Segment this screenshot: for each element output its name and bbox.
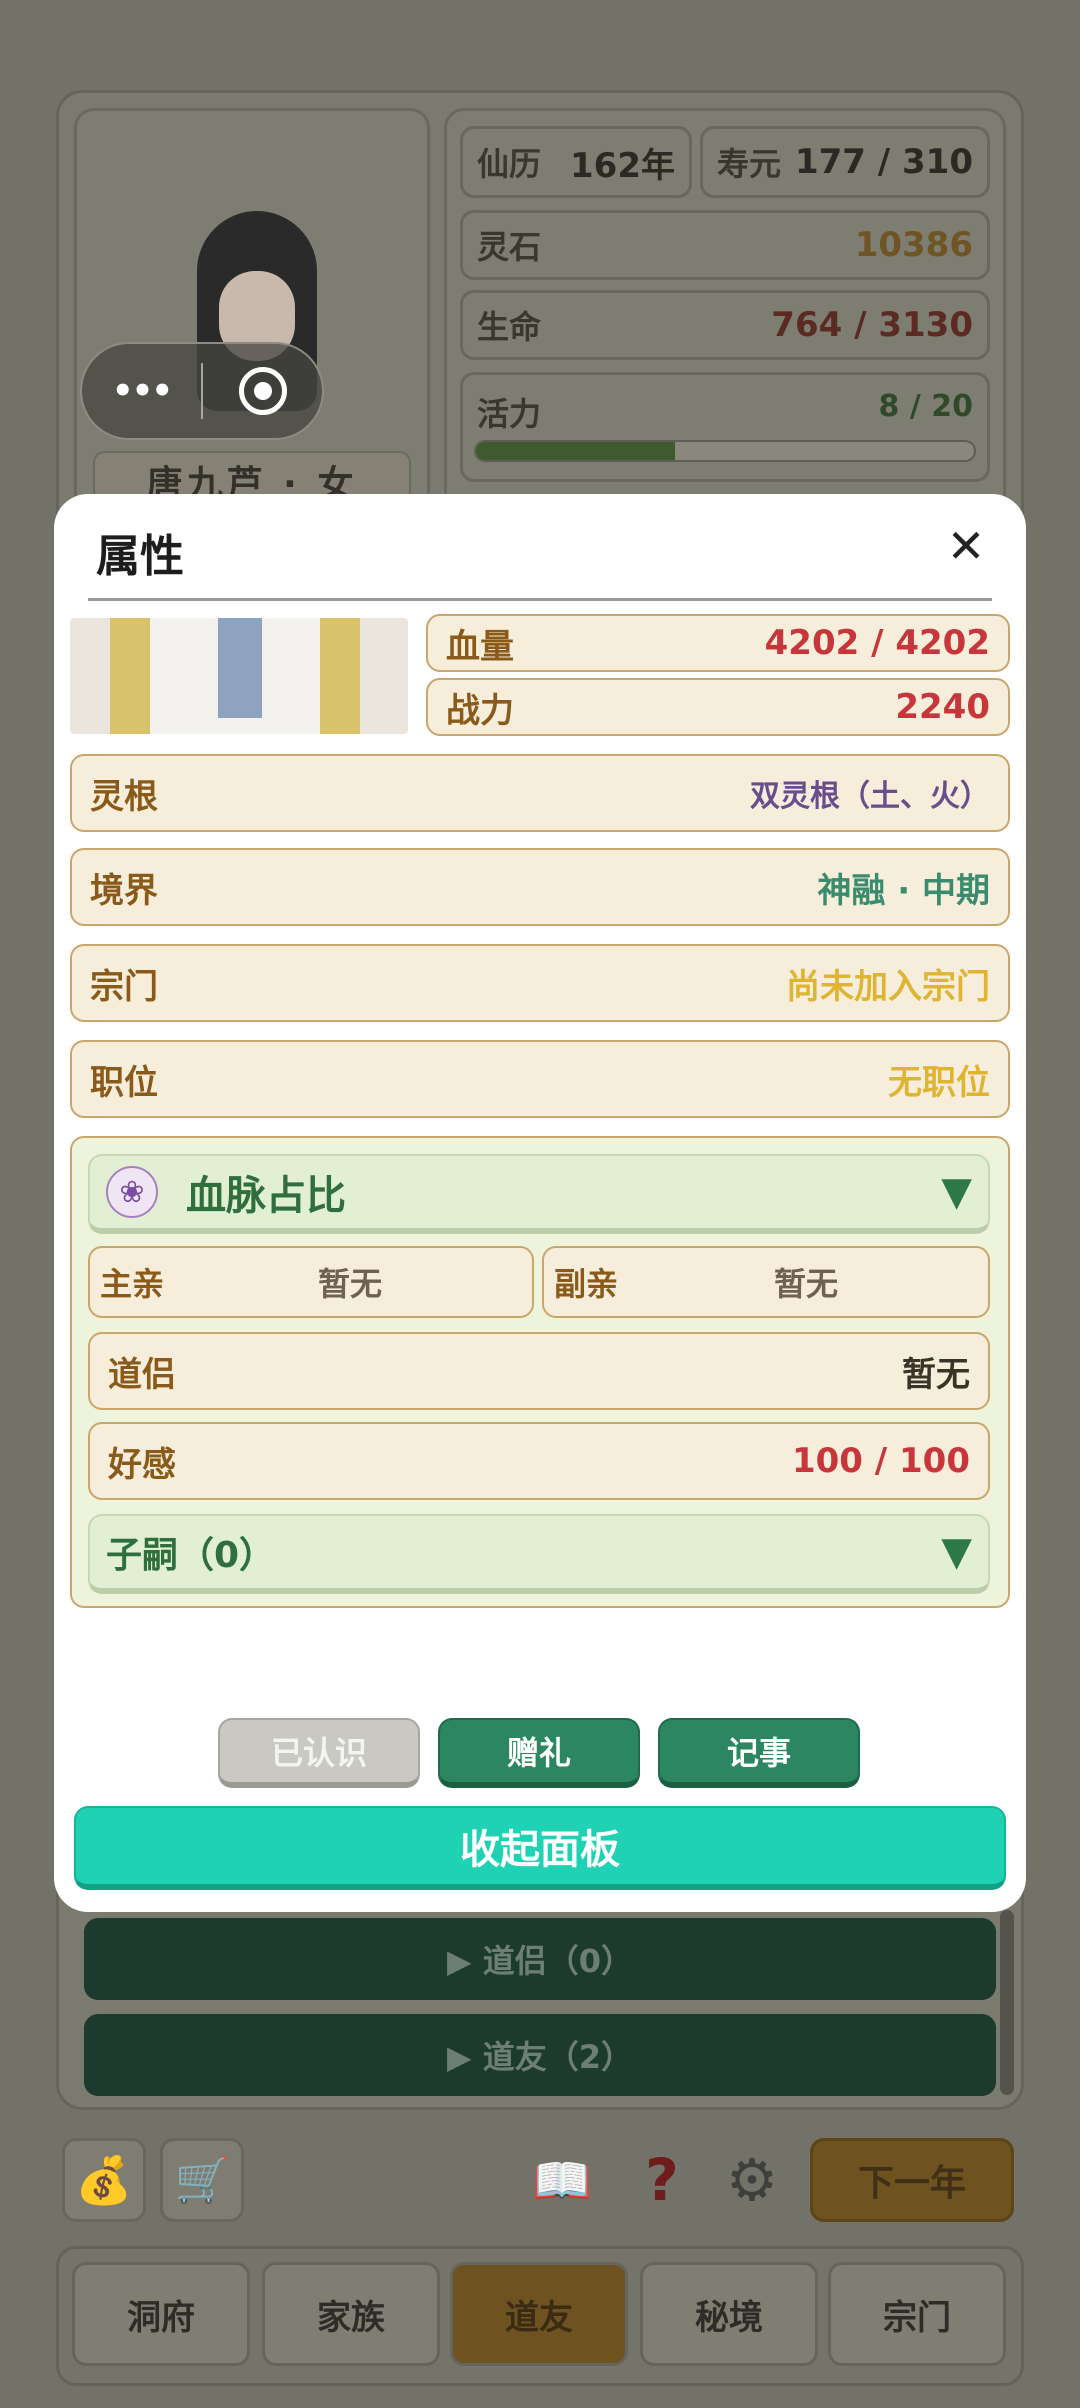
sub-parent-row: 副亲 暂无 (542, 1246, 990, 1318)
calendar-label: 仙历 (477, 145, 542, 183)
chevron-down-icon: ▼ (941, 1529, 972, 1575)
tab-family[interactable]: 家族 (262, 2262, 440, 2366)
vigor-stat: 活力 8 / 20 (460, 372, 990, 482)
spirit-stone-value: 10386 (854, 225, 973, 265)
lotus-icon: ❀ (106, 1166, 158, 1218)
calendar-value: 162年 (570, 145, 675, 186)
book-icon: 📖 (532, 2152, 592, 2209)
spirit-stone-stat: 灵石 10386 (460, 210, 990, 280)
collapse-panel-button[interactable]: 收起面板 (74, 1806, 1006, 1890)
vigor-label: 活力 (477, 395, 542, 433)
partner-row: 道侣 暂无 (88, 1332, 990, 1410)
spirit-root-row: 灵根 双灵根（土、火） (70, 754, 1010, 832)
affection-row: 好感 100 / 100 (88, 1422, 990, 1500)
power-row: 战力 2240 (426, 678, 1010, 736)
more-options-button[interactable]: ••• (82, 371, 201, 411)
lifespan-label: 寿元 (717, 145, 782, 183)
shopping-cart-icon: 🛒 (174, 2155, 230, 2206)
bloodline-ratio-toggle[interactable]: ❀ 血脉占比 ▼ (88, 1154, 990, 1234)
main-parent-row: 主亲 暂无 (88, 1246, 534, 1318)
attributes-modal: 属性 ✕ 血量 4202 / 4202 战力 2240 灵根 双灵根（土、火） … (54, 494, 1026, 1912)
character-portrait-card: 唐九芦 · 女 (74, 108, 430, 528)
tab-friends[interactable]: 道友 (450, 2262, 628, 2366)
sect-label: 宗门 (90, 966, 158, 1007)
children-label: 子嗣（0） (106, 1535, 276, 1576)
position-row: 职位 无职位 (70, 1040, 1010, 1118)
gear-icon: ⚙ (726, 2146, 778, 2214)
records-button[interactable]: 记事 (658, 1718, 860, 1788)
tab-cave[interactable]: 洞府 (72, 2262, 250, 2366)
vigor-progress-fill (476, 442, 676, 460)
position-value: 无职位 (888, 1062, 990, 1103)
children-toggle[interactable]: 子嗣（0） ▼ (88, 1514, 990, 1594)
chevron-down-icon: ▼ (941, 1169, 972, 1215)
money-bag-button[interactable]: 💰 (62, 2138, 146, 2222)
partner-value: 暂无 (902, 1354, 970, 1395)
next-year-button[interactable]: 下一年 (810, 2138, 1014, 2222)
money-bag-icon: 💰 (75, 2152, 133, 2207)
title-divider (88, 598, 992, 601)
partner-label: 道侣 (108, 1354, 176, 1395)
sect-row: 宗门 尚未加入宗门 (70, 944, 1010, 1022)
vigor-value: 8 / 20 (878, 389, 973, 424)
miniprogram-capsule: ••• (80, 342, 324, 440)
main-parent-value: 暂无 (317, 1265, 382, 1303)
spirit-stone-label: 灵石 (477, 228, 542, 266)
sub-parent-label: 副亲 (554, 1265, 619, 1303)
scrollbar[interactable] (1000, 1910, 1014, 2095)
main-parent-label: 主亲 (100, 1265, 165, 1303)
tab-secret-realm[interactable]: 秘境 (640, 2262, 818, 2366)
sect-value: 尚未加入宗门 (786, 966, 990, 1007)
character-portrait-thumbnail (70, 618, 408, 734)
hp-row: 血量 4202 / 4202 (426, 614, 1010, 672)
close-icon: ✕ (946, 519, 986, 573)
power-label: 战力 (446, 690, 514, 731)
affection-value: 100 / 100 (791, 1441, 970, 1481)
vigor-progress-bar (474, 440, 976, 462)
life-label: 生命 (477, 308, 542, 346)
hp-value: 4202 / 4202 (764, 623, 990, 663)
life-stat: 生命 764 / 3130 (460, 290, 990, 360)
position-label: 职位 (90, 1062, 158, 1103)
partner-section-toggle[interactable]: ▶ 道侣（0） (84, 1918, 996, 2000)
lifespan-stat: 寿元 177 / 310 (700, 126, 990, 198)
settings-button[interactable]: ⚙ (716, 2144, 788, 2216)
friend-section-toggle[interactable]: ▶ 道友（2） (84, 2014, 996, 2096)
life-value: 764 / 3130 (771, 305, 973, 345)
target-icon (238, 367, 287, 415)
realm-value: 神融 · 中期 (817, 870, 990, 911)
lifespan-value: 177 / 310 (794, 142, 973, 182)
spirit-root-value: 双灵根（土、火） (750, 779, 990, 814)
hp-label: 血量 (446, 626, 514, 667)
sub-parent-value: 暂无 (773, 1265, 838, 1303)
spirit-root-label: 灵根 (90, 776, 158, 817)
book-button[interactable]: 📖 (526, 2144, 598, 2216)
close-miniprogram-button[interactable] (203, 367, 322, 415)
question-icon: ? (645, 2146, 679, 2214)
modal-title: 属性 (96, 531, 184, 582)
gift-button[interactable]: 赠礼 (438, 1718, 640, 1788)
bloodline-title: 血脉占比 (186, 1173, 346, 1219)
help-button[interactable]: ? (626, 2144, 698, 2216)
close-button[interactable]: ✕ (936, 516, 996, 576)
calendar-stat: 仙历 162年 (460, 126, 692, 198)
realm-row: 境界 神融 · 中期 (70, 848, 1010, 926)
power-value: 2240 (895, 687, 990, 727)
shop-button[interactable]: 🛒 (160, 2138, 244, 2222)
known-button[interactable]: 已认识 (218, 1718, 420, 1788)
affection-label: 好感 (108, 1444, 176, 1485)
tab-sect[interactable]: 宗门 (828, 2262, 1006, 2366)
realm-label: 境界 (90, 870, 158, 911)
